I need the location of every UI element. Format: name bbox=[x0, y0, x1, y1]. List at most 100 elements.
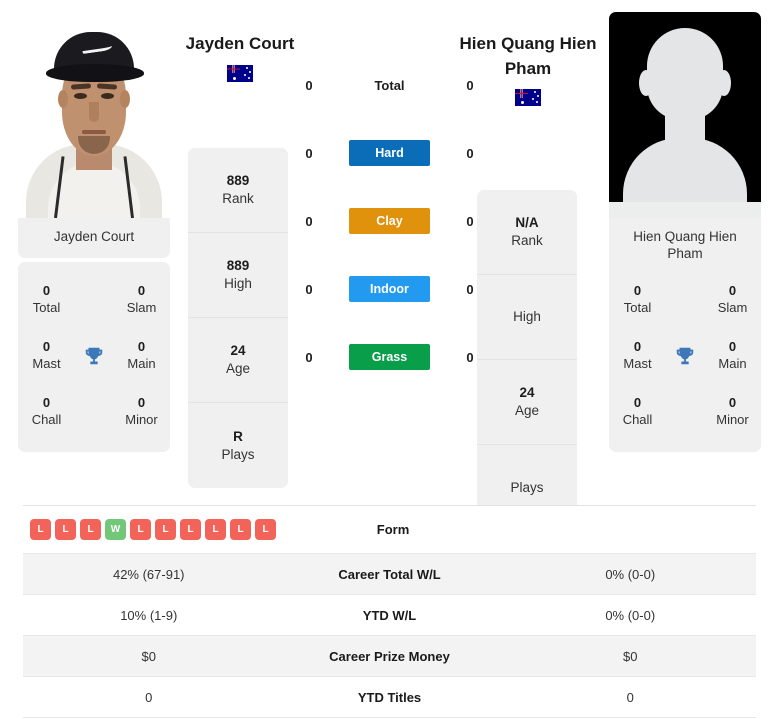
stat-age-left: 24 Age bbox=[188, 318, 288, 403]
trophy-icon bbox=[666, 345, 704, 367]
surface-row-hard: 0 Hard 0 bbox=[290, 128, 489, 178]
surface-count-right-total: 0 bbox=[466, 77, 474, 93]
table-row: 10% (1-9) YTD W/L 0% (0-0) bbox=[23, 595, 756, 636]
australia-flag-icon-right bbox=[515, 89, 541, 107]
titles-label: Main bbox=[127, 356, 156, 371]
stat-rank-label-left: Rank bbox=[222, 191, 254, 206]
surface-count-right-indoor: 0 bbox=[466, 281, 474, 297]
titles-mast-right: 0 Mast bbox=[609, 339, 666, 373]
titles-label: Mast bbox=[32, 356, 61, 371]
surface-count-right-hard: 0 bbox=[466, 145, 474, 161]
table-row: 0 YTD Titles 0 bbox=[23, 677, 756, 718]
table-cell-left: 10% (1-9) bbox=[120, 607, 178, 623]
table-row-label: Career Total W/L bbox=[338, 566, 441, 582]
table-cell-right: 0% (0-0) bbox=[605, 607, 656, 623]
form-badge-loss[interactable]: L bbox=[155, 519, 176, 540]
titles-label: Chall bbox=[622, 412, 653, 427]
surface-label-indoor[interactable]: Indoor bbox=[349, 276, 430, 302]
titles-value: 0 bbox=[42, 339, 51, 355]
form-badge-loss[interactable]: L bbox=[80, 519, 101, 540]
surface-count-right-grass: 0 bbox=[466, 349, 474, 365]
form-badge-loss[interactable]: L bbox=[180, 519, 201, 540]
australia-flag-icon-left bbox=[227, 64, 253, 82]
titles-row: 0 Chall 0 Minor bbox=[609, 384, 761, 440]
titles-label: Chall bbox=[31, 412, 62, 427]
stat-age-label-right: Age bbox=[514, 403, 540, 418]
titles-label: Main bbox=[718, 356, 747, 371]
surface-count-left-clay: 0 bbox=[305, 213, 313, 229]
surface-count-right-clay: 0 bbox=[466, 213, 474, 229]
form-badge-loss[interactable]: L bbox=[230, 519, 251, 540]
player-photo-right bbox=[609, 12, 761, 218]
table-cell-left: 0 bbox=[145, 689, 153, 705]
stat-age-right: 24 Age bbox=[477, 360, 577, 445]
stat-rank-right: N/A Rank bbox=[477, 190, 577, 275]
form-badge-loss[interactable]: L bbox=[130, 519, 151, 540]
form-badge-loss[interactable]: L bbox=[30, 519, 51, 540]
titles-slam-left: 0 Slam bbox=[113, 283, 170, 317]
titles-row: 0 Total 0 Slam bbox=[609, 272, 761, 328]
titles-row: 0 Mast 0 Main bbox=[609, 328, 761, 384]
stat-rank-label-right: Rank bbox=[511, 233, 543, 248]
titles-row: 0 Mast 0 Main bbox=[18, 328, 170, 384]
stat-high-label-left: High bbox=[224, 276, 252, 291]
titles-mast-left: 0 Mast bbox=[18, 339, 75, 373]
surface-label-grass[interactable]: Grass bbox=[349, 344, 430, 370]
titles-label: Slam bbox=[126, 300, 157, 315]
trophy-icon bbox=[75, 345, 113, 367]
titles-value: 0 bbox=[633, 395, 642, 411]
player-card-right[interactable]: Hien Quang Hien Pham bbox=[609, 12, 761, 275]
titles-total-left: 0 Total bbox=[18, 283, 75, 317]
form-badge-loss[interactable]: L bbox=[55, 519, 76, 540]
titles-value: 0 bbox=[137, 339, 146, 355]
table-cell-right: $0 bbox=[623, 648, 638, 664]
titles-row: 0 Total 0 Slam bbox=[18, 272, 170, 328]
stat-high-left: 889 High bbox=[188, 233, 288, 318]
surface-row-clay: 0 Clay 0 bbox=[290, 196, 489, 246]
form-badge-win[interactable]: W bbox=[105, 519, 126, 540]
stat-rank-value-left: 889 bbox=[226, 173, 250, 189]
stat-age-value-right: 24 bbox=[519, 385, 535, 401]
titles-main-left: 0 Main bbox=[113, 339, 170, 373]
surface-label-wrap: Indoor bbox=[328, 276, 451, 302]
titles-main-right: 0 Main bbox=[704, 339, 761, 373]
surface-label-wrap: Total bbox=[328, 78, 451, 93]
surface-count-left-grass: 0 bbox=[305, 349, 313, 365]
form-badge-loss[interactable]: L bbox=[255, 519, 276, 540]
table-row: $0 Career Prize Money $0 bbox=[23, 636, 756, 677]
table-row-label: YTD W/L bbox=[362, 607, 417, 623]
titles-card-right: 0 Total 0 Slam 0 Mast 0 Main 0 Chall 0 Minor bbox=[609, 262, 761, 452]
player-name-left[interactable]: Jayden Court bbox=[160, 32, 320, 57]
form-badges-left: LLLWLLLLLL bbox=[23, 519, 278, 540]
stat-plays-left: R Plays bbox=[188, 403, 288, 488]
titles-value: 0 bbox=[633, 339, 642, 355]
player-stats-right: N/A Rank High 24 Age Plays bbox=[477, 190, 577, 530]
surface-row-indoor: 0 Indoor 0 bbox=[290, 264, 489, 314]
form-badge-loss[interactable]: L bbox=[205, 519, 226, 540]
table-row-label: Form bbox=[376, 522, 410, 537]
surface-label-wrap: Clay bbox=[328, 208, 451, 234]
surface-label-total: Total bbox=[374, 77, 405, 93]
table-cell-left: $0 bbox=[141, 648, 156, 664]
table-row-label: Career Prize Money bbox=[329, 648, 450, 664]
player-card-left[interactable]: Jayden Court bbox=[18, 12, 170, 258]
surface-label-clay[interactable]: Clay bbox=[349, 208, 430, 234]
titles-label: Total bbox=[32, 300, 61, 315]
table-cell-right: 0 bbox=[626, 689, 634, 705]
player-photo-left bbox=[18, 12, 170, 218]
stat-rank-value-right: N/A bbox=[515, 215, 539, 231]
table-row-label: YTD Titles bbox=[357, 689, 422, 705]
titles-label: Slam bbox=[717, 300, 748, 315]
surface-count-left-indoor: 0 bbox=[305, 281, 313, 297]
stat-plays-value-left: R bbox=[233, 428, 243, 444]
titles-label: Minor bbox=[716, 412, 749, 427]
titles-value: 0 bbox=[137, 395, 146, 411]
surface-label-hard[interactable]: Hard bbox=[349, 140, 430, 166]
player-comparison-page: Jayden Court Hien Quang Hien Pham Jayden… bbox=[0, 0, 779, 719]
table-cell-left: 42% (67-91) bbox=[112, 566, 185, 582]
surface-label-wrap: Grass bbox=[328, 344, 451, 370]
surface-row-grass: 0 Grass 0 bbox=[290, 332, 489, 382]
titles-chall-left: 0 Chall bbox=[18, 395, 75, 429]
titles-card-left: 0 Total 0 Slam 0 Mast 0 Main 0 Chall 0 Minor bbox=[18, 262, 170, 452]
stat-rank-left: 889 Rank bbox=[188, 148, 288, 233]
